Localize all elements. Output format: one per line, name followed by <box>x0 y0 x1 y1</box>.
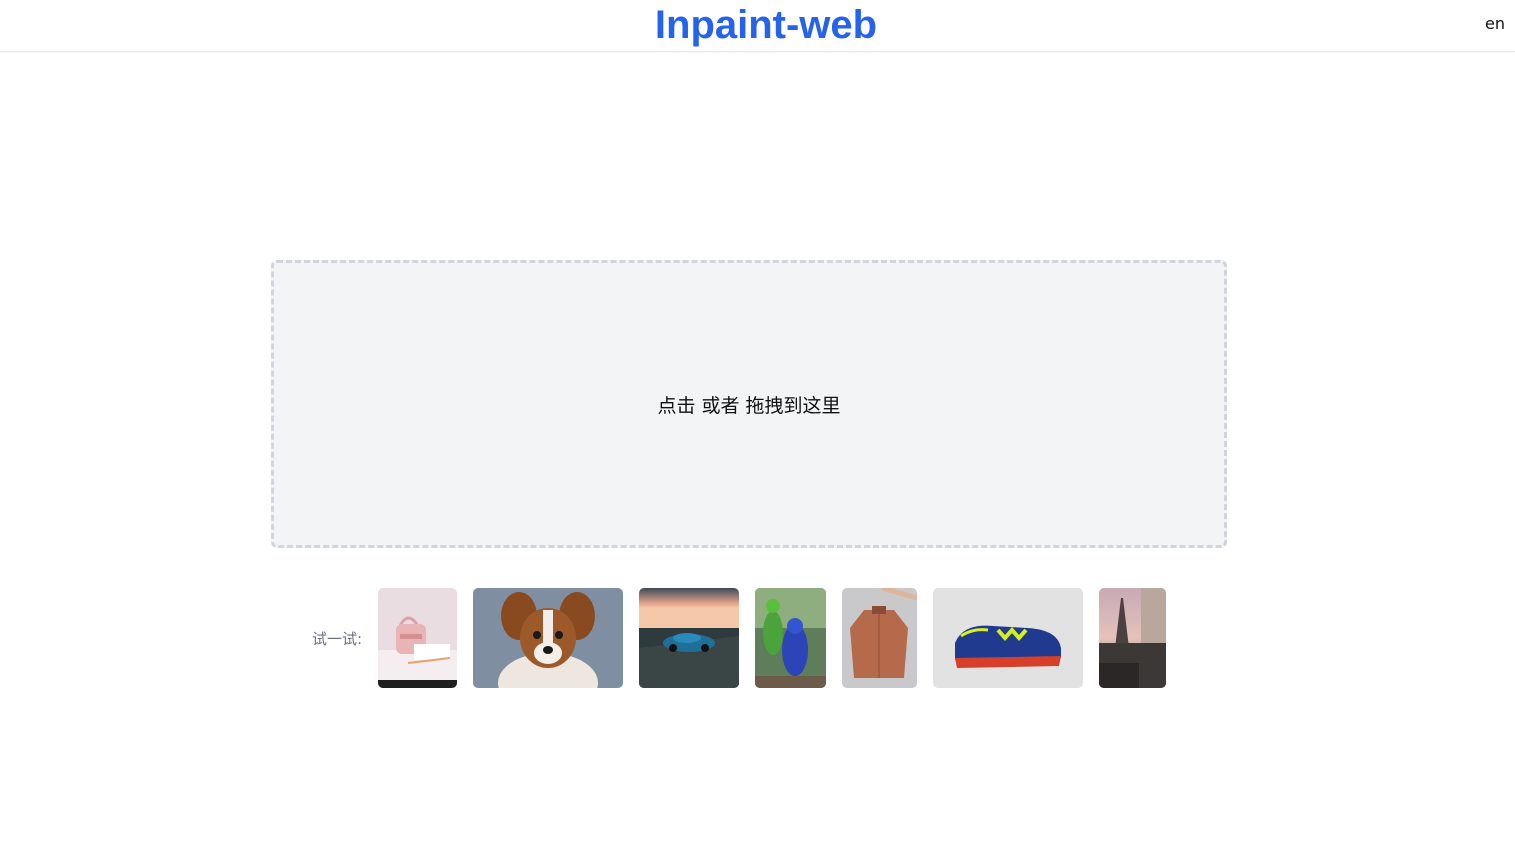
dropzone-text: 点击 或者 拖拽到这里 <box>657 394 841 417</box>
top-bar: Inpaint-web en <box>0 0 1515 52</box>
sample-image-handbag[interactable] <box>378 588 458 688</box>
sample-image-jacket[interactable] <box>842 588 918 688</box>
sample-image-sneaker[interactable] <box>933 588 1084 688</box>
sample-image-dog[interactable] <box>473 588 624 688</box>
sample-image-car[interactable] <box>639 588 740 688</box>
sample-image-parrots[interactable] <box>755 588 827 688</box>
try-label: 试一试: <box>312 629 363 648</box>
sample-images: 试一试: <box>312 588 1182 688</box>
sample-image-paris[interactable] <box>1099 588 1167 688</box>
upload-dropzone[interactable]: 点击 或者 拖拽到这里 <box>271 260 1227 548</box>
app-title: Inpaint-web <box>654 3 878 47</box>
language-switch[interactable]: en <box>1485 14 1505 33</box>
